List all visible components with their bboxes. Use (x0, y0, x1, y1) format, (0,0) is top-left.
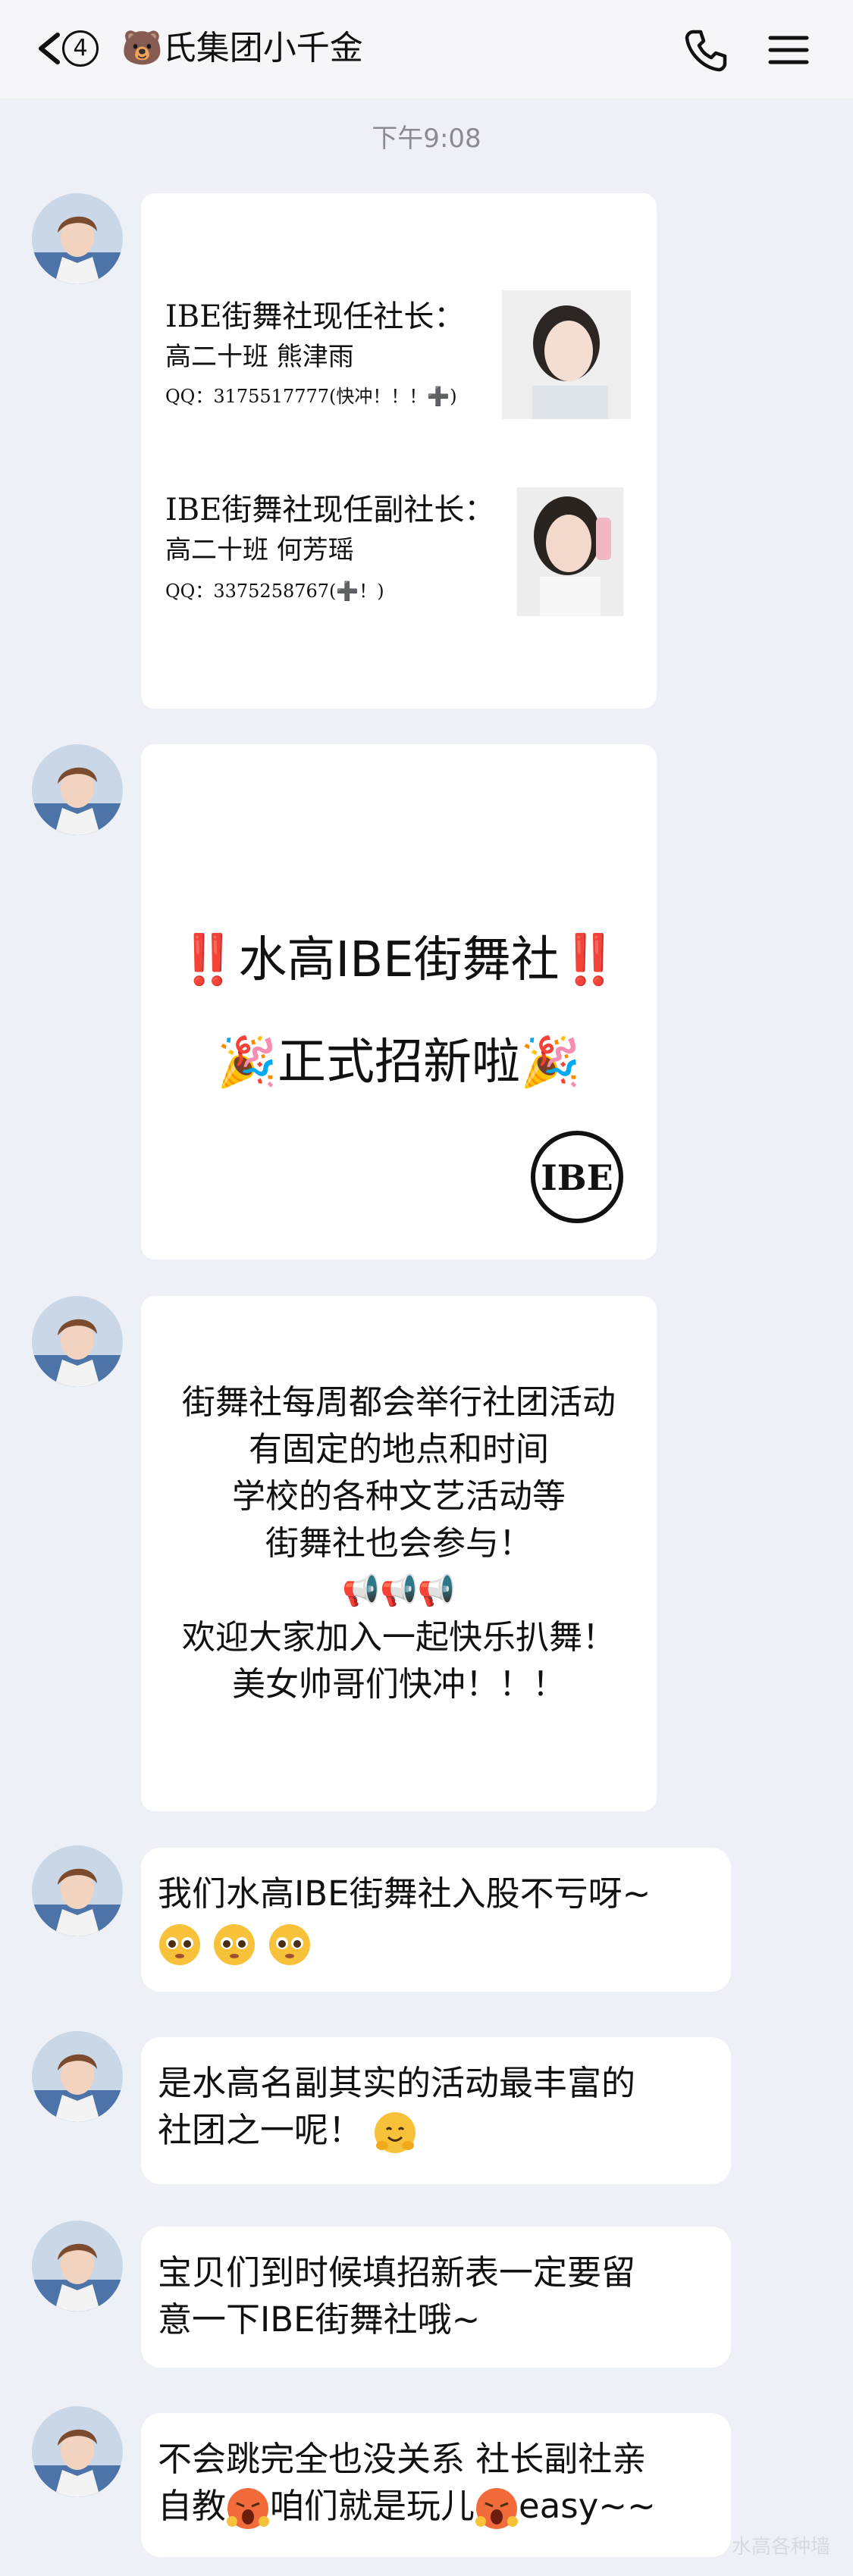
message-text: 我们水高IBE街舞社入股不亏呀~ (158, 1873, 651, 1914)
poster-text-line: 街舞社也会参与！ (265, 1524, 532, 1563)
text-message-bubble[interactable]: 不会跳完全也没关系 社长副社亲 自教 咱们就是玩儿 easy~~ (141, 2413, 731, 2557)
pleading-face-emoji-icon (214, 1924, 256, 1965)
chat-title: 🐻氏集团小千金 (121, 29, 363, 67)
sender-avatar[interactable] (32, 1845, 123, 1936)
hugging-face-emoji-icon (375, 2112, 416, 2153)
poster-text-line: 学校的各种文艺活动等 (232, 1477, 566, 1516)
image-message-card[interactable]: IBE街舞社现任社长： 高二十班 熊津雨 QQ：3175517777(快冲！！！… (141, 193, 657, 709)
vice-president-title: IBE街舞社现任副社长： (165, 493, 495, 527)
text-message-bubble[interactable]: 是水高名副其实的活动最丰富的 社团之一呢！ (141, 2037, 731, 2184)
message-text-line2: 社团之一呢！ (158, 2107, 714, 2155)
poster-subline: 🎉正式招新啦🎉 (217, 1034, 581, 1091)
pleading-face-emoji-icon (159, 1924, 200, 1965)
club-logo: IBE (531, 1131, 623, 1223)
sender-avatar[interactable] (32, 744, 123, 835)
poster-text-line: 有固定的地点和时间 (249, 1430, 549, 1469)
vice-president-photo (517, 487, 623, 616)
sender-avatar[interactable] (32, 2221, 123, 2312)
message-text-line2: 自教 咱们就是玩儿 easy~~ (158, 2483, 714, 2531)
vice-president-class-name: 高二十班 何芳瑶 (165, 535, 354, 565)
pleading-face-emoji-icon (268, 1924, 310, 1965)
avatar-image (32, 1845, 123, 1936)
sender-avatar[interactable] (32, 2031, 123, 2122)
president-class-name: 高二十班 熊津雨 (165, 342, 354, 372)
megaphone-emoji-row: 📢📢📢 (342, 1573, 456, 1608)
president-qq: QQ：3175517777(快冲！！！➕) (165, 386, 457, 407)
message-text: 不会跳完全也没关系 社长副社亲 (158, 2439, 647, 2479)
message-text-line2: 意一下IBE街舞社哦~ (158, 2299, 481, 2340)
chat-header: 4 🐻氏集团小千金 (0, 0, 853, 99)
image-message-card[interactable]: ‼️水高IBE街舞社‼️ 🎉正式招新啦🎉 IBE (141, 744, 657, 1260)
screaming-face-emoji-icon (475, 2488, 519, 2529)
emoji-row (158, 1919, 714, 1967)
sender-avatar[interactable] (32, 193, 123, 284)
message-text: 宝贝们到时候填招新表一定要留 (158, 2252, 636, 2293)
text-message-bubble[interactable]: 我们水高IBE街舞社入股不亏呀~ (141, 1848, 731, 1992)
president-photo (502, 290, 631, 419)
screaming-face-emoji-icon (227, 2488, 270, 2529)
message-timestamp: 下午9:08 (372, 124, 481, 154)
avatar-image (32, 2406, 123, 2497)
avatar-image (32, 2221, 123, 2312)
vice-president-qq: QQ：3375258767(➕！) (165, 581, 384, 602)
avatar-image (32, 2031, 123, 2122)
sender-avatar[interactable] (32, 1296, 123, 1387)
message-text: 是水高名副其实的活动最丰富的 (158, 2063, 636, 2103)
image-message-card[interactable]: 街舞社每周都会举行社团活动 有固定的地点和时间 学校的各种文艺活动等 街舞社也会… (141, 1296, 657, 1811)
sender-avatar[interactable] (32, 2406, 123, 2497)
svg-text:IBE: IBE (541, 1157, 613, 1198)
avatar-image (32, 1296, 123, 1387)
watermark: 水高各种墙 (731, 2536, 830, 2559)
phone-call-icon[interactable] (682, 26, 731, 74)
poster-text-line: 欢迎大家加入一起快乐扒舞！ (182, 1618, 616, 1657)
avatar-image (32, 193, 123, 284)
unread-count-badge[interactable]: 4 (62, 30, 99, 67)
poster-text-line: 美女帅哥们快冲！！！ (232, 1665, 566, 1704)
poster-text-line: 街舞社每周都会举行社团活动 (182, 1383, 616, 1422)
text-message-bubble[interactable]: 宝贝们到时候填招新表一定要留 意一下IBE街舞社哦~ (141, 2227, 731, 2368)
menu-icon[interactable] (766, 27, 811, 73)
poster-headline: ‼️水高IBE街舞社‼️ (177, 932, 620, 988)
president-title: IBE街舞社现任社长： (165, 299, 465, 334)
avatar-image (32, 744, 123, 835)
